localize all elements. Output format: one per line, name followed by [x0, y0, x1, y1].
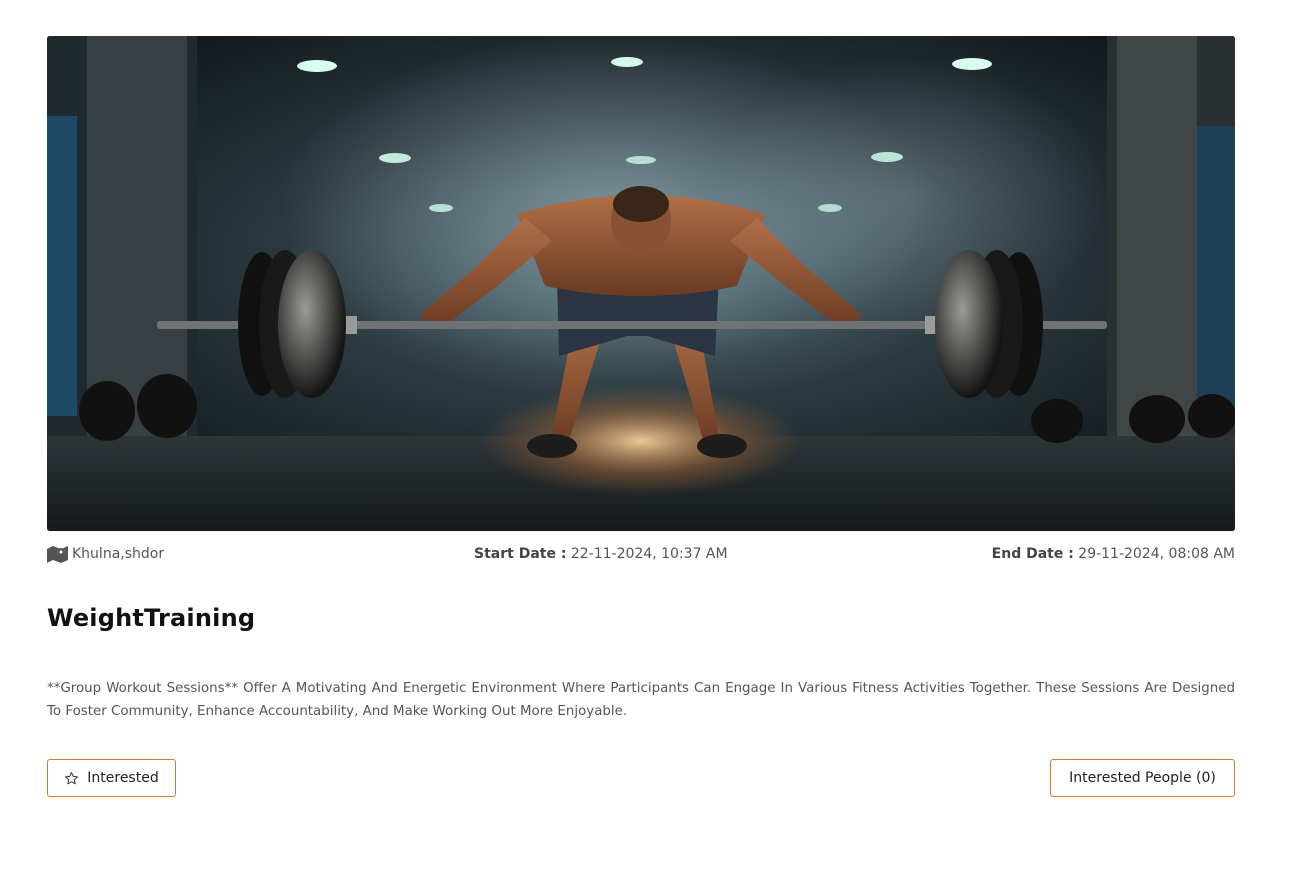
map-icon [47, 545, 68, 563]
end-date-label: End Date : [991, 546, 1074, 562]
event-meta: Khulna,shdor Start Date : 22-11-2024, 10… [47, 545, 1235, 565]
interested-button-label: Interested [87, 770, 159, 786]
event-detail-page: Khulna,shdor Start Date : 22-11-2024, 10… [0, 0, 1289, 880]
interested-people-button[interactable]: Interested People (0) [1050, 759, 1235, 797]
start-date-label: Start Date : [474, 546, 567, 562]
start-date-value: 22-11-2024, 10:37 AM [570, 546, 728, 562]
start-date: Start Date : 22-11-2024, 10:37 AM [474, 546, 728, 562]
interested-button[interactable]: Interested [47, 759, 176, 797]
interested-people-label: Interested People (0) [1069, 770, 1216, 786]
event-location: Khulna,shdor [47, 545, 164, 563]
location-text: Khulna,shdor [72, 546, 165, 562]
event-description: **Group Workout Sessions** Offer A Motiv… [47, 681, 1235, 719]
end-date-value: 29-11-2024, 08:08 AM [1078, 546, 1235, 562]
end-date: End Date : 29-11-2024, 08:08 AM [992, 546, 1235, 562]
star-icon [64, 771, 79, 786]
event-title: WeightTraining [47, 604, 256, 632]
event-image [47, 36, 1235, 531]
